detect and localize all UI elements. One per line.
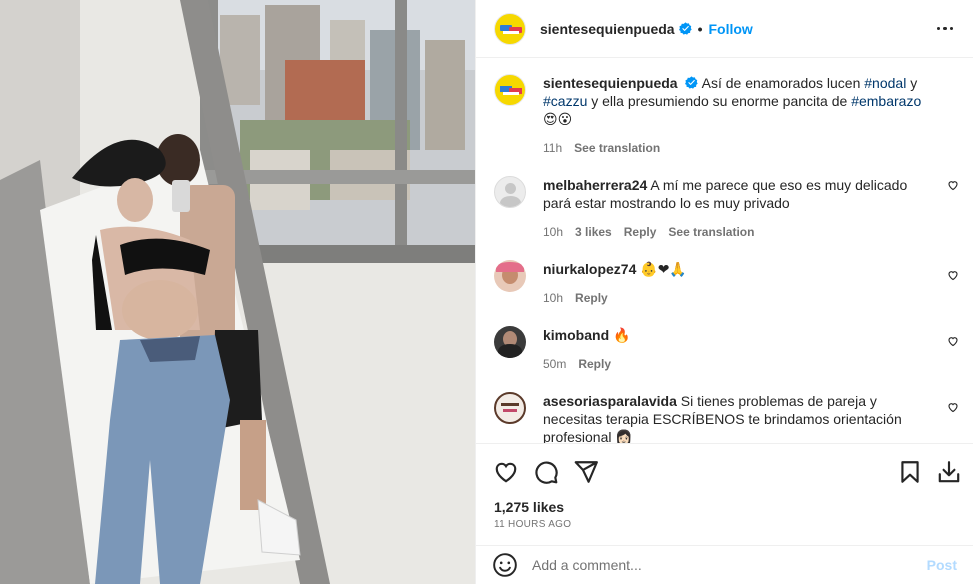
heart-icon[interactable] (493, 459, 519, 485)
caption-text: y ella presumiendo su enorme pancita de (587, 93, 852, 109)
comment-text: 👶❤🙏 (640, 261, 687, 277)
action-bar (476, 443, 973, 491)
hashtag-link[interactable]: #cazzu (543, 93, 587, 109)
comment-composer: Post (476, 545, 973, 584)
post-timestamp[interactable]: 11 HOURS AGO (494, 519, 571, 530)
post-header: sientesequienpueda • Follow (476, 0, 973, 58)
verified-badge-icon (678, 22, 692, 35)
see-translation-button[interactable]: See translation (574, 139, 660, 157)
see-translation-button[interactable]: See translation (668, 223, 754, 241)
comment-username[interactable]: melbaherrera24 (543, 177, 647, 193)
header-username[interactable]: sientesequienpueda (540, 21, 675, 37)
post-photo[interactable] (0, 0, 475, 584)
comment-item: melbaherrera24 A mí me parece que eso es… (494, 176, 959, 241)
timestamp[interactable]: 11h (543, 139, 562, 157)
comment-item: niurkalopez74 👶❤🙏 10h Reply (494, 260, 959, 307)
comment-username[interactable]: asesoriasparalavida (543, 393, 677, 409)
comment-item: asesoriasparalavida Si tienes problemas … (494, 392, 959, 443)
comment-icon[interactable] (533, 459, 559, 485)
comment-username[interactable]: kimoband (543, 327, 609, 343)
more-options-icon[interactable] (933, 17, 957, 41)
share-icon[interactable] (573, 459, 599, 485)
bookmark-icon[interactable] (897, 459, 923, 485)
hashtag-link[interactable]: #nodal (864, 75, 906, 91)
timestamp[interactable]: 10h (543, 223, 563, 241)
timestamp[interactable]: 10h (543, 289, 563, 307)
caption-emojis: 😍😮 (543, 111, 573, 127)
post-button[interactable]: Post (927, 557, 957, 573)
comment-username[interactable]: niurkalopez74 (543, 261, 636, 277)
verified-badge-icon (685, 76, 699, 89)
reply-button[interactable]: Reply (575, 289, 608, 307)
heart-icon[interactable] (947, 179, 959, 191)
timestamp[interactable]: 50m (543, 355, 566, 373)
post-details-panel: sientesequienpueda • Follow sientesequie… (475, 0, 973, 584)
caption-text: Así de enamorados lucen (701, 75, 865, 91)
avatar[interactable] (494, 326, 526, 358)
emoji-icon[interactable] (492, 552, 518, 578)
separator-dot: • (697, 20, 703, 37)
reply-button[interactable]: Reply (624, 223, 657, 241)
avatar[interactable] (494, 176, 526, 208)
download-icon[interactable] (936, 459, 962, 485)
avatar[interactable] (494, 392, 526, 424)
caption: sientesequienpueda Así de enamorados luc… (494, 74, 959, 157)
follow-button[interactable]: Follow (709, 21, 753, 37)
caption-username[interactable]: sientesequienpueda (543, 75, 678, 91)
comment-text: 🔥 (613, 327, 631, 343)
heart-icon[interactable] (947, 269, 959, 281)
avatar[interactable] (494, 74, 526, 106)
heart-icon[interactable] (947, 335, 959, 347)
comments-list[interactable]: sientesequienpueda Así de enamorados luc… (476, 59, 973, 443)
likes-count[interactable]: 1,275 likes (494, 499, 564, 515)
reply-button[interactable]: Reply (578, 355, 611, 373)
comment-item: kimoband 🔥 50m Reply (494, 326, 959, 373)
avatar[interactable] (494, 260, 526, 292)
hashtag-link[interactable]: #embarazo (851, 93, 921, 109)
likes-count[interactable]: 3 likes (575, 223, 612, 241)
post-image (0, 0, 475, 584)
caption-text: y (906, 75, 918, 91)
avatar[interactable] (494, 12, 526, 45)
heart-icon[interactable] (947, 401, 959, 413)
comment-input[interactable] (532, 557, 927, 573)
